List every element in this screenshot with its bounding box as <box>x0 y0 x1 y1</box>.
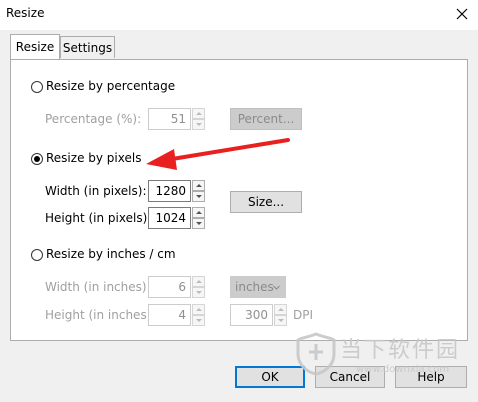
inch-width-input[interactable]: 6 <box>148 276 191 298</box>
inch-height-spin-up[interactable] <box>192 304 205 315</box>
percentage-spinner[interactable] <box>192 108 205 130</box>
arrow-up-icon <box>195 184 202 187</box>
arrow-up-icon <box>195 308 202 311</box>
inch-height-label: Height (in inches): <box>45 308 156 322</box>
arrow-up-icon <box>277 308 284 311</box>
pixels-radio[interactable] <box>31 153 43 165</box>
radio-selected-dot <box>34 156 40 162</box>
tab-settings[interactable]: Settings <box>60 36 115 58</box>
inch-height-spin-down[interactable] <box>192 315 205 326</box>
pixel-width-label: Width (in pixels): <box>45 184 147 198</box>
watermark-text: 当下软件园 <box>340 338 461 363</box>
dpi-spinner[interactable] <box>274 304 287 326</box>
percentage-radio-label[interactable]: Resize by percentage <box>46 79 175 93</box>
pixel-width-input[interactable]: 1280 <box>148 180 191 202</box>
percentage-field-label: Percentage (%): <box>45 112 142 126</box>
inch-height-spinner[interactable] <box>192 304 205 326</box>
watermark-url: www.downxia.com <box>356 364 450 375</box>
size-button[interactable]: Size... <box>230 191 302 213</box>
pixel-width-spin-down[interactable] <box>192 191 205 202</box>
arrow-down-icon <box>195 291 202 294</box>
percentage-spin-up[interactable] <box>192 108 205 119</box>
ok-button[interactable]: OK <box>235 366 305 388</box>
chevron-down-icon <box>273 285 280 290</box>
pixel-height-spin-down[interactable] <box>192 218 205 229</box>
inch-height-input[interactable]: 4 <box>148 304 191 326</box>
arrow-up-icon <box>195 112 202 115</box>
pixel-width-spin-up[interactable] <box>192 180 205 191</box>
close-icon <box>456 8 468 20</box>
resize-dialog: Resize Resize Settings Resize by percent… <box>0 0 478 402</box>
arrow-up-icon <box>195 211 202 214</box>
inch-width-spin-up[interactable] <box>192 276 205 287</box>
pixel-height-spin-up[interactable] <box>192 207 205 218</box>
pixel-height-spinner[interactable] <box>192 207 205 229</box>
unit-select[interactable]: inches <box>230 276 286 298</box>
dpi-spin-up[interactable] <box>274 304 287 315</box>
pixels-radio-label[interactable]: Resize by pixels <box>46 151 141 165</box>
percentage-spin-down[interactable] <box>192 119 205 130</box>
shield-logo-icon <box>296 332 336 376</box>
dpi-label: DPI <box>293 308 314 322</box>
inch-width-spinner[interactable] <box>192 276 205 298</box>
close-button[interactable] <box>448 2 476 26</box>
watermark: 当下软件园 www.downxia.com <box>296 330 466 386</box>
inch-width-label: Width (in inches): <box>45 280 151 294</box>
arrow-down-icon <box>195 319 202 322</box>
percent-button[interactable]: Percent... <box>230 108 302 130</box>
dpi-input[interactable]: 300 <box>230 304 273 326</box>
inches-radio[interactable] <box>31 249 43 261</box>
pixel-width-spinner[interactable] <box>192 180 205 202</box>
pixel-height-label: Height (in pixels): <box>45 211 152 225</box>
unit-select-value: inches <box>235 280 274 294</box>
percentage-input[interactable]: 51 <box>148 108 191 130</box>
tab-settings-label: Settings <box>62 40 113 55</box>
title-bar: Resize <box>0 0 478 30</box>
arrow-up-icon <box>195 280 202 283</box>
dpi-spin-down[interactable] <box>274 315 287 326</box>
annotation-arrow-icon <box>146 138 290 170</box>
inches-radio-label[interactable]: Resize by inches / cm <box>46 247 176 261</box>
tab-resize[interactable]: Resize <box>10 34 60 59</box>
window-title: Resize <box>6 6 45 20</box>
arrow-down-icon <box>195 123 202 126</box>
arrow-down-icon <box>195 222 202 225</box>
arrow-down-icon <box>195 195 202 198</box>
percentage-radio[interactable] <box>31 81 43 93</box>
pixel-height-input[interactable]: 1024 <box>148 207 191 229</box>
inch-width-spin-down[interactable] <box>192 287 205 298</box>
tab-resize-label: Resize <box>15 40 55 54</box>
arrow-down-icon <box>277 319 284 322</box>
